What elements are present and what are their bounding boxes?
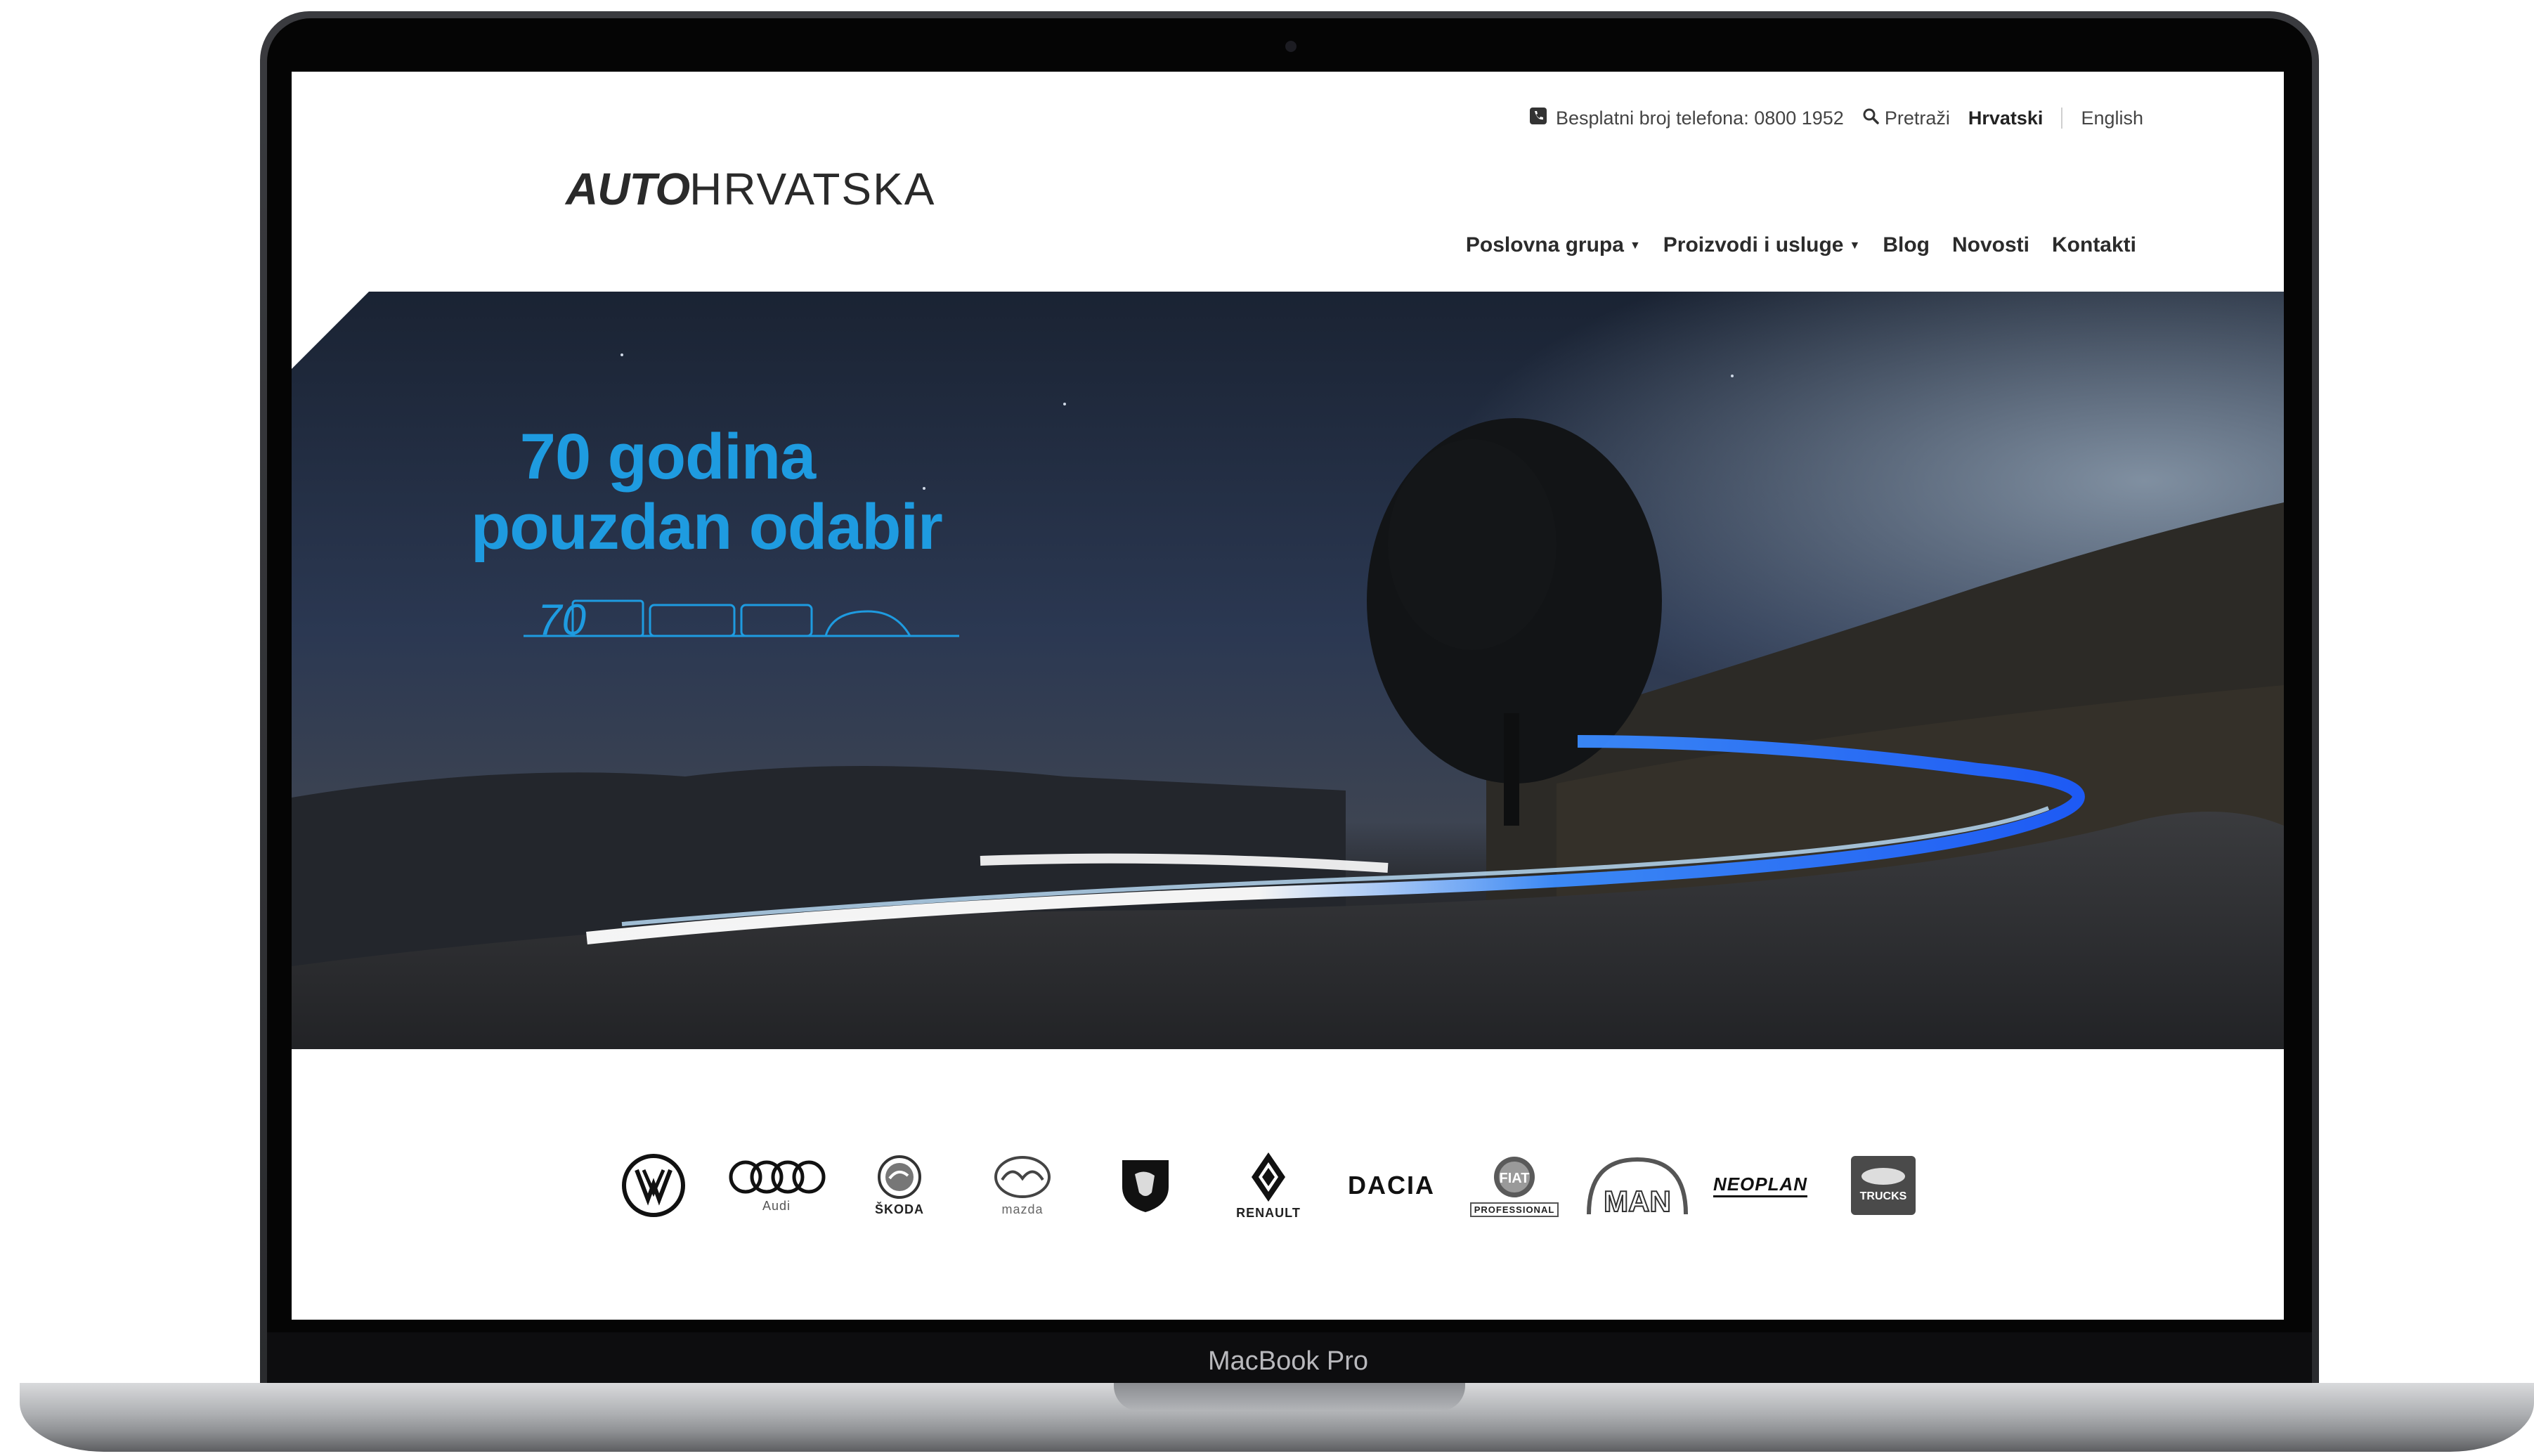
hero-line-1: 70 godina [519,421,816,493]
svg-text:MAN: MAN [1604,1185,1671,1216]
phone-label: Besplatni broj telefona: 0800 1952 [1556,107,1844,129]
hero-night-road-image [292,292,2284,1049]
dacia-logo-icon: DACIA [1348,1171,1435,1200]
hero-banner: 70 godina pouzdan odabir 70 [292,292,2284,1049]
caret-down-icon: ▼ [1849,240,1861,252]
mazda-caption: mazda [1001,1202,1044,1216]
ford-trucks-logo-icon: TRUCKS [1851,1156,1916,1215]
search-link[interactable]: Pretraži [1862,108,1950,129]
fiat-logo-icon: FIAT [1494,1156,1535,1197]
logo-auto: AUTO [566,164,690,214]
nav-item-poslovna-grupa[interactable]: Poslovna grupa ▼ [1466,233,1641,257]
brand-neoplan[interactable]: NEOPLAN [1708,1143,1813,1228]
skoda-caption: ŠKODA [874,1202,924,1216]
nav-item-kontakti[interactable]: Kontakti [2052,233,2136,257]
search-label: Pretraži [1884,107,1950,129]
hero-badge-70: 70 [538,596,586,644]
brand-fiat-professional[interactable]: FIAT PROFESSIONAL [1462,1143,1567,1228]
nav-item-proizvodi-i-usluge[interactable]: Proizvodi i usluge ▼ [1663,233,1861,257]
brand-peugeot[interactable] [1093,1143,1198,1228]
brand-dacia[interactable]: DACIA [1339,1143,1444,1228]
skoda-logo-icon [878,1155,921,1199]
phone-link[interactable]: Besplatni broj telefona: 0800 1952 [1529,107,1844,130]
renault-caption: RENAULT [1236,1205,1301,1220]
top-utility-bar: Besplatni broj telefona: 0800 1952 Pretr… [1529,104,2143,132]
logo-hrvatska: HRVATSKA [689,164,936,214]
brand-ford-trucks[interactable]: TRUCKS [1831,1143,1936,1228]
language-english[interactable]: English [2081,108,2143,129]
neoplan-logo-icon: NEOPLAN [1713,1174,1808,1197]
search-icon [1862,108,1879,129]
browser-screen: Besplatni broj telefona: 0800 1952 Pretr… [292,72,2284,1320]
caret-down-icon: ▼ [1629,240,1641,252]
hero-line-2: pouzdan odabir [471,491,943,563]
brand-man[interactable]: MAN [1585,1143,1690,1228]
fiat-caption: PROFESSIONAL [1469,1202,1559,1217]
brand-audi[interactable]: Audi [724,1143,829,1228]
laptop-notch [1114,1383,1465,1411]
phone-icon [1529,107,1547,130]
nav-item-blog[interactable]: Blog [1883,233,1930,257]
audi-logo-icon [729,1160,826,1193]
brand-logos-strip: Audi ŠKODA mazda RENAULT DACIA FIAT PROF… [601,1143,2231,1228]
svg-text:FIAT: FIAT [1500,1171,1530,1186]
brand-skoda[interactable]: ŠKODA [847,1143,952,1228]
nav-label: Poslovna grupa [1465,233,1624,256]
brand-renault[interactable]: RENAULT [1216,1143,1321,1228]
site-logo[interactable]: AUTO HRVATSKA [566,163,935,215]
brand-volkswagen[interactable] [601,1143,706,1228]
main-nav: Poslovna grupa ▼ Proizvodi i usluge ▼ Blog… [1466,233,2136,257]
audi-caption: Audi [762,1198,791,1213]
mazda-logo-icon [994,1155,1051,1198]
renault-logo-icon [1252,1152,1285,1202]
brand-mazda[interactable]: mazda [970,1143,1075,1228]
camera-icon [1285,41,1297,52]
man-logo-icon: MAN [1587,1157,1688,1216]
vw-logo-icon [622,1154,685,1217]
nav-item-novosti[interactable]: Novosti [1952,233,2029,257]
language-hrvatski[interactable]: Hrvatski [1968,108,2044,129]
device-label: MacBook Pro [1207,1346,1369,1376]
language-divider [2061,108,2063,129]
nav-label: Proizvodi i usluge [1663,233,1844,256]
ford-trucks-caption: TRUCKS [1859,1190,1907,1202]
peugeot-logo-icon [1122,1160,1169,1212]
hero-headline: 70 godina pouzdan odabir [471,421,943,563]
